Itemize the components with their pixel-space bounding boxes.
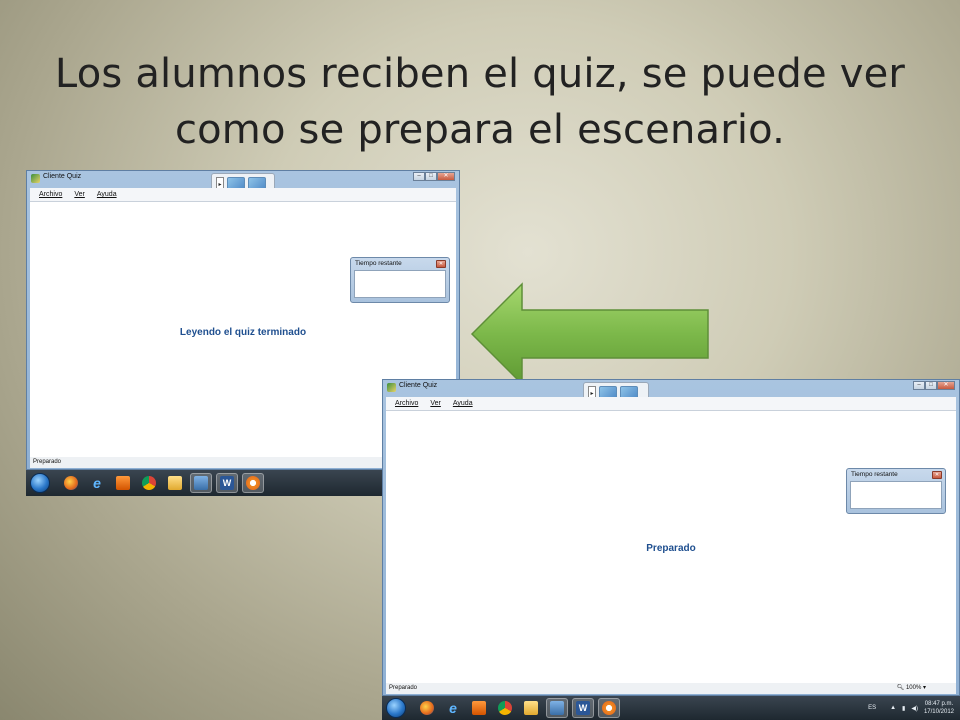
- app-icon: [31, 174, 40, 183]
- chrome-icon: [142, 476, 156, 490]
- internet-explorer-icon: e: [93, 475, 101, 491]
- taskbar-word[interactable]: W: [216, 473, 238, 493]
- timer-panel: Tiempo restante ✕: [846, 468, 946, 514]
- quiz-client-window: Cliente Quiz – □ ✕ ▸ Archivo Ver Ayuda T…: [382, 379, 960, 696]
- clock[interactable]: 08:47 p.m. 17/10/2012: [924, 700, 954, 716]
- menu-archivo[interactable]: Archivo: [39, 188, 62, 201]
- status-message: Leyendo el quiz terminado: [179, 327, 307, 338]
- zoom-control[interactable]: 🔍︎ 100% ▾: [897, 683, 926, 694]
- taskbar-ie[interactable]: e: [442, 698, 464, 718]
- taskbar-media[interactable]: [468, 698, 490, 718]
- caption-buttons: – □ ✕: [413, 172, 455, 181]
- taskbar-firefox[interactable]: [416, 698, 438, 718]
- taskbar-folder[interactable]: [520, 698, 542, 718]
- taskbar-quiz[interactable]: [242, 473, 264, 493]
- window-title: Cliente Quiz: [43, 173, 82, 180]
- green-arrow: [470, 282, 709, 386]
- folder-icon: [168, 476, 182, 490]
- status-text: Preparado: [33, 459, 62, 465]
- taskbar-ie[interactable]: e: [86, 473, 108, 493]
- timer-title: Tiempo restante: [355, 260, 402, 267]
- taskbar-folder[interactable]: [164, 473, 186, 493]
- volume-icon[interactable]: ◀): [911, 705, 918, 712]
- slide-title: Los alumnos reciben el quiz, se puede ve…: [54, 51, 906, 153]
- menu-ver[interactable]: Ver: [74, 188, 85, 201]
- menu-archivo[interactable]: Archivo: [395, 397, 418, 410]
- maximize-button[interactable]: □: [425, 172, 437, 181]
- internet-explorer-icon: e: [449, 700, 457, 716]
- clock-date: 17/10/2012: [923, 709, 954, 715]
- client-area: Tiempo restante ✕ Preparado: [386, 410, 956, 683]
- quiz-app-icon: [246, 476, 260, 490]
- status-message: Preparado: [646, 543, 696, 554]
- menu-ayuda[interactable]: Ayuda: [97, 188, 117, 201]
- language-indicator[interactable]: ES: [868, 705, 876, 711]
- taskbar-chrome[interactable]: [138, 473, 160, 493]
- app-icon: [387, 383, 396, 392]
- word-icon: W: [220, 476, 234, 490]
- title-bar[interactable]: Cliente Quiz – □ ✕: [383, 380, 959, 396]
- clock-time: 08:47 p.m.: [924, 701, 954, 707]
- network-icon: [194, 476, 208, 490]
- window-title: Cliente Quiz: [399, 382, 438, 389]
- caption-buttons: – □ ✕: [913, 381, 955, 390]
- media-player-icon: [472, 701, 486, 715]
- timer-close-icon[interactable]: ✕: [436, 260, 446, 268]
- word-icon: W: [576, 701, 590, 715]
- taskbar-media[interactable]: [112, 473, 134, 493]
- timer-close-icon[interactable]: ✕: [932, 471, 942, 479]
- tray-expand-icon[interactable]: ▲: [890, 705, 896, 711]
- battery-icon[interactable]: ▮: [902, 705, 905, 712]
- screenshot-prepared: Cliente Quiz – □ ✕ ▸ Archivo Ver Ayuda T…: [382, 379, 960, 720]
- taskbar-word[interactable]: W: [572, 698, 594, 718]
- timer-display: [354, 270, 446, 298]
- start-orb[interactable]: [30, 473, 50, 493]
- status-text: Preparado: [389, 685, 418, 691]
- network-icon: [550, 701, 564, 715]
- menu-bar: Archivo Ver Ayuda: [30, 188, 456, 201]
- firefox-icon: [420, 701, 434, 715]
- minimize-button[interactable]: –: [413, 172, 425, 181]
- timer-panel: Tiempo restante ✕: [350, 257, 450, 303]
- chrome-icon: [498, 701, 512, 715]
- taskbar-network[interactable]: [190, 473, 212, 493]
- zoom-icon: 🔍︎: [896, 685, 905, 691]
- timer-display: [850, 481, 942, 509]
- taskbar-chrome[interactable]: [494, 698, 516, 718]
- maximize-button[interactable]: □: [925, 381, 937, 390]
- menu-ver[interactable]: Ver: [430, 397, 441, 410]
- timer-title: Tiempo restante: [851, 471, 898, 478]
- taskbar-firefox[interactable]: [60, 473, 82, 493]
- taskbar-quiz[interactable]: [598, 698, 620, 718]
- menu-bar: Archivo Ver Ayuda: [386, 397, 956, 410]
- taskbar: e W ES ▲ ▮ ◀) 08:47 p.m. 17/10/2012: [382, 696, 960, 720]
- firefox-icon: [64, 476, 78, 490]
- chevron-down-icon: ▾: [922, 685, 926, 691]
- media-player-icon: [116, 476, 130, 490]
- taskbar-network[interactable]: [546, 698, 568, 718]
- minimize-button[interactable]: –: [913, 381, 925, 390]
- zoom-level: 100%: [905, 685, 922, 691]
- folder-icon: [524, 701, 538, 715]
- close-button[interactable]: ✕: [937, 381, 955, 390]
- start-orb[interactable]: [386, 698, 406, 718]
- close-button[interactable]: ✕: [437, 172, 455, 181]
- status-bar: Preparado 🔍︎ 100% ▾: [386, 683, 956, 694]
- menu-ayuda[interactable]: Ayuda: [453, 397, 473, 410]
- quiz-app-icon: [602, 701, 616, 715]
- system-tray: ES ▲ ▮ ◀) 08:47 p.m. 17/10/2012: [868, 700, 960, 716]
